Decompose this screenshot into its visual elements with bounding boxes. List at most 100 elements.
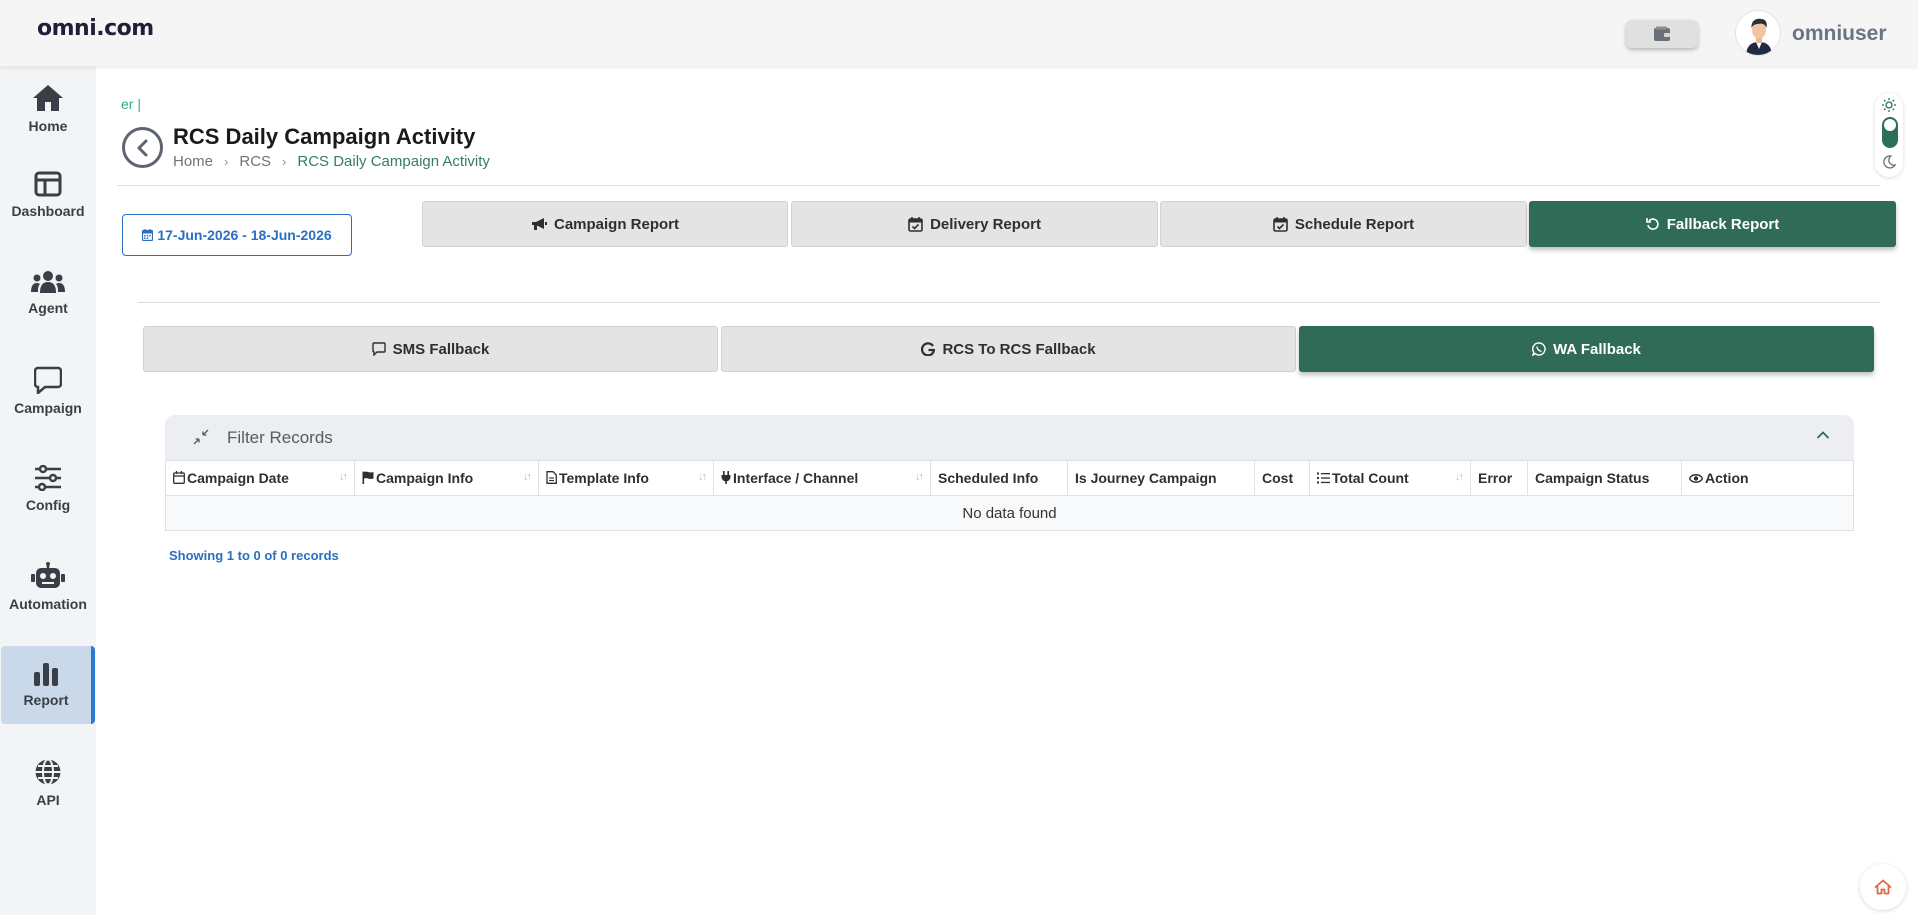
tab-label: RCS To RCS Fallback [942, 340, 1096, 358]
sidebar-item-label: Campaign [14, 400, 82, 416]
toggle-switch[interactable] [1882, 117, 1898, 148]
home-icon [33, 85, 63, 111]
chevron-right-icon: › [282, 154, 287, 169]
chevron-left-icon [137, 139, 147, 156]
sidebar-item-api[interactable]: API [0, 744, 96, 822]
column-campaign-date[interactable]: Campaign Date ↓↑ [165, 460, 355, 496]
sidebar-item-report[interactable]: Report [1, 646, 95, 724]
column-label: Total Count [1332, 470, 1409, 486]
sort-icon[interactable]: ↓↑ [698, 471, 707, 483]
sidebar-item-config[interactable]: Config [0, 450, 96, 528]
column-label: Campaign Date [187, 470, 289, 486]
column-campaign-info[interactable]: Campaign Info ↓↑ [354, 460, 539, 496]
robot-icon [31, 562, 65, 588]
config-icon [35, 465, 61, 491]
toggle-knob [1884, 119, 1896, 131]
tab-rcs-to-rcs-fallback[interactable]: RCS To RCS Fallback [721, 326, 1296, 372]
home-float-button[interactable] [1860, 864, 1906, 910]
column-campaign-status: Campaign Status [1527, 460, 1682, 496]
column-template-info[interactable]: Template Info ↓↑ [538, 460, 714, 496]
theme-toggle[interactable] [1875, 93, 1903, 177]
tab-label: Delivery Report [930, 215, 1041, 233]
sidebar-item-campaign[interactable]: Campaign [0, 352, 96, 430]
empty-state: No data found [165, 495, 1854, 531]
file-icon [546, 471, 557, 484]
column-action: Action [1681, 460, 1854, 496]
table-header-row: Campaign Date ↓↑ Campaign Info ↓↑ Template… [165, 460, 1854, 496]
username[interactable]: omniuser [1792, 22, 1887, 46]
sidebar-item-label: API [36, 792, 60, 808]
sidebar-item-label: Config [25, 497, 71, 513]
filter-records-toggle[interactable]: Filter Records [165, 415, 1854, 460]
column-total-count[interactable]: Total Count ↓↑ [1309, 460, 1471, 496]
sidebar-item-agent[interactable]: Agent [0, 254, 96, 332]
chevron-right-icon: › [224, 154, 229, 169]
sidebar: Home Dashboard Agent Campaign Config Aut… [0, 66, 96, 915]
whatsapp-icon [1532, 342, 1546, 356]
column-label: Scheduled Info [938, 470, 1039, 486]
sort-icon[interactable]: ↓↑ [339, 471, 348, 483]
eye-icon [1689, 474, 1703, 483]
bar-chart-icon [34, 663, 58, 686]
calendar-icon [142, 229, 154, 241]
column-label: Action [1705, 470, 1749, 486]
tab-schedule-report[interactable]: Schedule Report [1160, 201, 1527, 247]
back-button[interactable] [122, 127, 163, 168]
column-is-journey-campaign: Is Journey Campaign [1067, 460, 1255, 496]
tab-fallback-report[interactable]: Fallback Report [1529, 201, 1896, 247]
calendar-icon [173, 471, 185, 484]
tab-delivery-report[interactable]: Delivery Report [791, 201, 1158, 247]
breadcrumb-current: RCS Daily Campaign Activity [297, 153, 490, 170]
message-icon [371, 342, 386, 356]
sidebar-item-dashboard[interactable]: Dashboard [0, 156, 96, 234]
tab-label: Fallback Report [1666, 215, 1780, 233]
tab-label: WA Fallback [1553, 340, 1641, 358]
rotate-icon [1645, 218, 1659, 230]
tab-label: Schedule Report [1294, 215, 1415, 233]
megaphone-icon [531, 218, 547, 230]
wallet-button[interactable] [1626, 20, 1698, 48]
sort-icon[interactable]: ↓↑ [1455, 471, 1464, 483]
globe-icon [35, 758, 61, 786]
breadcrumb-home[interactable]: Home [173, 153, 213, 170]
avatar[interactable] [1735, 10, 1781, 56]
flag-icon [362, 471, 374, 484]
home-icon [1874, 879, 1892, 895]
tab-sms-fallback[interactable]: SMS Fallback [143, 326, 718, 372]
column-label: Is Journey Campaign [1075, 470, 1217, 486]
calendar-check-icon [1273, 216, 1288, 232]
filter-title: Filter Records [227, 428, 333, 447]
moon-icon [1883, 155, 1896, 169]
column-interface-channel[interactable]: Interface / Channel ↓↑ [713, 460, 931, 496]
brand-logo[interactable]: omni.com [37, 16, 154, 41]
column-cost: Cost [1254, 460, 1310, 496]
google-icon [921, 342, 936, 356]
sort-icon[interactable]: ↓↑ [915, 471, 924, 483]
date-range-picker[interactable]: 17-Jun-2026 - 18-Jun-2026 [122, 214, 352, 256]
breadcrumb-rcs[interactable]: RCS [239, 153, 271, 170]
user-avatar-icon [1736, 11, 1780, 55]
sidebar-item-label: Home [28, 118, 68, 134]
tab-wa-fallback[interactable]: WA Fallback [1299, 326, 1874, 372]
sidebar-item-home[interactable]: Home [0, 70, 96, 148]
sidebar-item-automation[interactable]: Automation [0, 548, 96, 626]
column-label: Campaign Status [1535, 470, 1650, 486]
calendar-check-icon [908, 216, 923, 232]
table-row: No data found [165, 495, 1854, 531]
list-ol-icon [1317, 472, 1330, 484]
divider [117, 185, 1880, 186]
top-bar: omni.com omniuser [0, 0, 1918, 66]
sidebar-item-label: Automation [9, 596, 87, 612]
page-title: RCS Daily Campaign Activity [173, 124, 476, 149]
sort-icon[interactable]: ↓↑ [523, 471, 532, 483]
column-scheduled-info: Scheduled Info [930, 460, 1068, 496]
divider [138, 302, 1880, 303]
sidebar-item-label: Dashboard [11, 203, 85, 219]
records-table: Campaign Date ↓↑ Campaign Info ↓↑ Template… [165, 460, 1854, 531]
agent-icon [31, 271, 65, 293]
date-range-text: 17-Jun-2026 - 18-Jun-2026 [157, 227, 332, 243]
tab-campaign-report[interactable]: Campaign Report [422, 201, 788, 247]
chevron-up-icon [1816, 431, 1830, 439]
pagination-info: Showing 1 to 0 of 0 records [169, 548, 339, 563]
column-label: Campaign Info [376, 470, 474, 486]
